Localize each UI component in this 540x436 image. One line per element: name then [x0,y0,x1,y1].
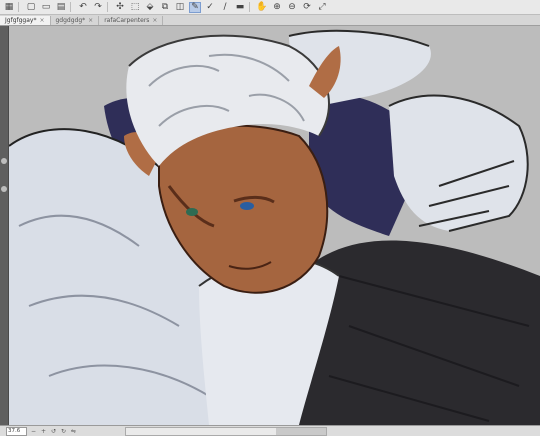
close-icon[interactable]: × [39,16,44,25]
flip-icon[interactable]: ⇋ [70,428,77,435]
fill-icon[interactable]: ⬙ [144,2,156,13]
tab-label: gdgdgdg* [55,17,86,24]
zoom-in-icon[interactable]: + [40,428,47,435]
hand-icon[interactable]: ✋ [256,2,268,13]
tab-label: rafaCarpenters [104,17,150,24]
left-rail [0,26,9,425]
open-file-icon[interactable]: ▭ [40,2,52,13]
brush-icon[interactable]: ∕ [219,2,231,13]
toolbar-divider [107,2,108,12]
rotate-left-icon[interactable]: ↺ [50,428,57,435]
menu-icon[interactable]: ▦ [3,2,15,13]
document-tabs: Jgfgfggay* × gdgdgdg* × rafaCarpenters × [0,15,540,26]
undo-icon[interactable]: ↶ [77,2,89,13]
eraser-icon[interactable]: ▬ [234,2,246,13]
save-icon[interactable]: ▤ [55,2,67,13]
rail-handle-icon[interactable] [1,158,7,164]
artwork [9,26,540,425]
toolbar-divider [249,2,250,12]
toolbar-divider [18,2,19,12]
transform-icon[interactable]: ⧉ [159,2,171,13]
zoom-out-icon[interactable]: ⊖ [286,2,298,13]
tab-document-3[interactable]: rafaCarpenters × [99,16,164,25]
rotate-right-icon[interactable]: ↻ [60,428,67,435]
redo-icon[interactable]: ↷ [92,2,104,13]
new-file-icon[interactable]: ▢ [25,2,37,13]
fit-icon[interactable]: ⤢ [316,2,328,13]
layer-icon[interactable]: ◫ [174,2,186,13]
rail-handle-icon[interactable] [1,186,7,192]
rotate-icon[interactable]: ⟳ [301,2,313,13]
zoom-field[interactable]: 37.6 [6,426,27,436]
status-bar: 37.6 − + ↺ ↻ ⇋ [0,425,540,436]
main-toolbar: ▦ ▢ ▭ ▤ ↶ ↷ ✣ ⬚ ⬙ ⧉ ◫ ✎ ✓ ∕ ▬ ✋ ⊕ ⊖ ⟳ ⤢ [0,0,540,15]
tab-document-1[interactable]: Jgfgfggay* × [0,16,51,25]
toolbar-divider [70,2,71,12]
zoom-in-icon[interactable]: ⊕ [271,2,283,13]
tab-document-2[interactable]: gdgdgdg* × [51,16,100,25]
pen-icon[interactable]: ✎ [189,1,201,13]
tab-label: Jgfgfggay* [5,17,37,24]
drawing-canvas[interactable] [9,26,540,425]
deselect-icon[interactable]: ⬚ [129,2,141,13]
scrollbar-thumb[interactable] [126,428,276,435]
check-icon[interactable]: ✓ [204,2,216,13]
zoom-out-icon[interactable]: − [30,428,37,435]
close-icon[interactable]: × [152,16,157,25]
select-icon[interactable]: ✣ [114,2,126,13]
close-icon[interactable]: × [88,16,93,25]
